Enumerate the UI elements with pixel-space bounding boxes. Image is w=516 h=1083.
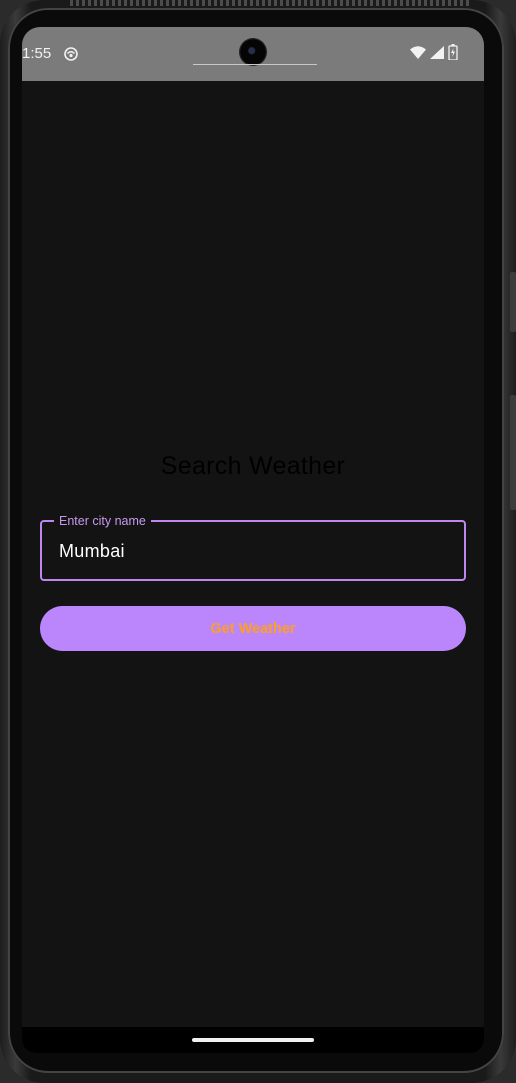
navigation-bar <box>22 1027 484 1053</box>
city-input[interactable]: Mumbai <box>59 541 125 562</box>
home-gesture-handle[interactable] <box>192 1038 314 1042</box>
camera-line <box>193 64 317 65</box>
volume-button <box>510 272 516 332</box>
top-edge-artifact <box>70 0 470 6</box>
page-title: Search Weather <box>160 452 346 480</box>
city-field-label: Enter city name <box>54 513 151 529</box>
device-frame: 1:55 Search Weather Enter city name Mumb… <box>0 0 516 1083</box>
battery-icon <box>448 44 458 60</box>
status-icons <box>410 44 458 60</box>
phone-screen: 1:55 Search Weather Enter city name Mumb… <box>22 27 484 1053</box>
status-bar: 1:55 <box>22 27 484 81</box>
get-weather-button[interactable]: Get Weather <box>40 606 466 651</box>
app-content: Search Weather Enter city name Mumbai Ge… <box>22 81 484 1027</box>
city-name-field[interactable]: Enter city name Mumbai <box>40 513 466 581</box>
front-camera <box>240 39 266 65</box>
status-time: 1:55 <box>22 45 52 62</box>
power-button <box>510 395 516 510</box>
wifi-icon <box>410 45 426 59</box>
signal-icon <box>430 45 444 59</box>
notification-icon <box>64 47 78 61</box>
